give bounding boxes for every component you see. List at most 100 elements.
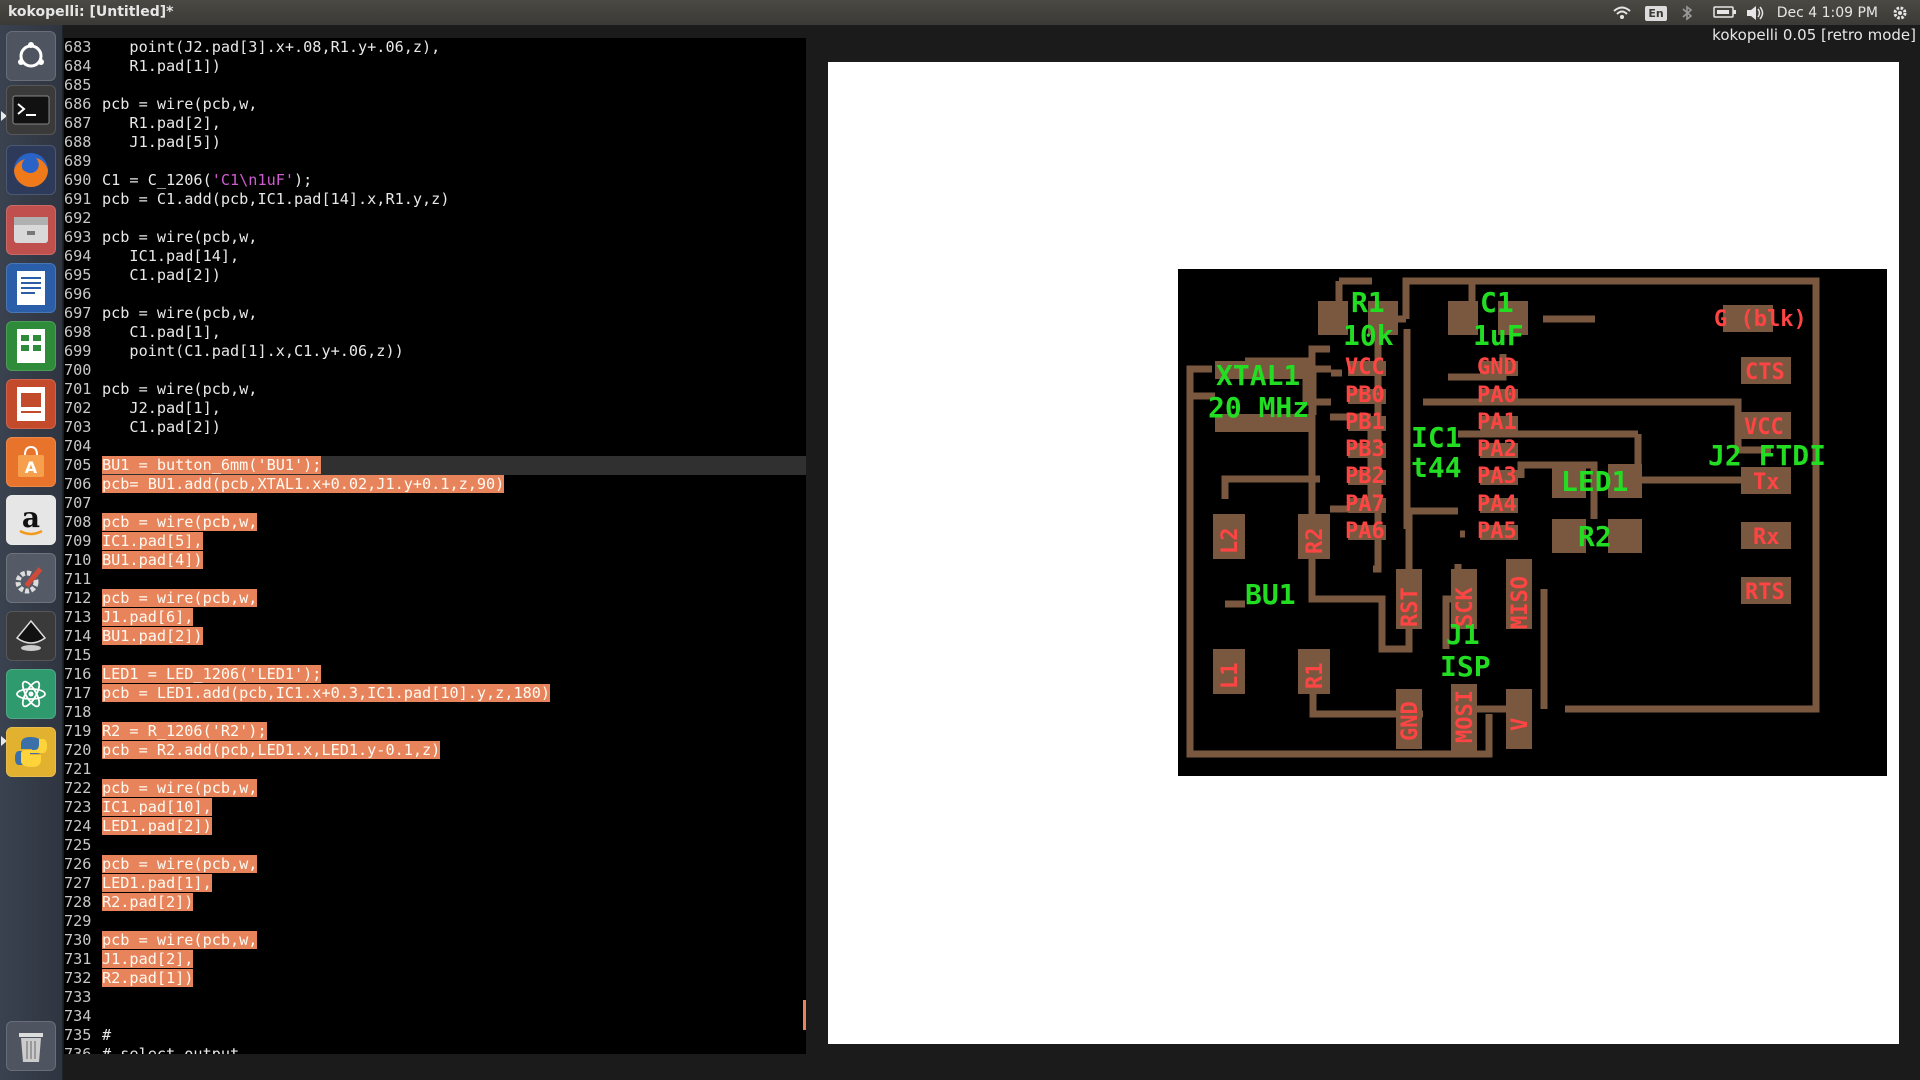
line-text[interactable]: IC1.pad[5], [102, 532, 203, 550]
code-line[interactable]: 689 [64, 152, 102, 171]
writer-icon[interactable] [6, 263, 56, 313]
line-text[interactable]: BU1 = button_6mm('BU1'); [102, 456, 322, 474]
line-text[interactable]: C1 = C_1206('C1\n1uF'); [102, 171, 312, 189]
python-icon[interactable] [6, 727, 56, 777]
code-line[interactable]: 719 R2 = R_1206('R2'); [64, 722, 267, 741]
code-line[interactable]: 736 # select output [64, 1045, 239, 1054]
line-text[interactable]: R2 = R_1206('R2'); [102, 722, 267, 740]
wifi-icon[interactable] [1613, 5, 1631, 21]
line-text[interactable]: # [102, 1026, 111, 1044]
code-line[interactable]: 705 BU1 = button_6mm('BU1'); [64, 456, 322, 475]
line-text[interactable]: R1.pad[2], [102, 114, 220, 132]
line-text[interactable]: BU1.pad[4]) [102, 551, 203, 569]
line-text[interactable]: J1.pad[6], [102, 608, 194, 626]
code-editor[interactable]: 683 point(J2.pad[3].x+.08,R1.y+.06,z), 68… [64, 38, 806, 1054]
line-text[interactable]: pcb = C1.add(pcb,IC1.pad[14].x,R1.y,z) [102, 190, 449, 208]
line-text[interactable]: point(C1.pad[1].x,C1.y+.06,z)) [102, 342, 403, 360]
line-text[interactable]: J1.pad[5]) [102, 133, 220, 151]
code-line[interactable]: 712 pcb = wire(pcb,w, [64, 589, 258, 608]
code-line[interactable]: 710 BU1.pad[4]) [64, 551, 203, 570]
code-line[interactable]: 717 pcb = LED1.add(pcb,IC1.x+0.3,IC1.pad[… [64, 684, 551, 703]
code-line[interactable]: 687 R1.pad[2], [64, 114, 221, 133]
ubuntu-dash-icon[interactable] [6, 31, 56, 81]
line-text[interactable]: BU1.pad[2]) [102, 627, 203, 645]
code-line[interactable]: 731 J1.pad[2], [64, 950, 194, 969]
line-text[interactable]: pcb = wire(pcb,w, [102, 95, 257, 113]
line-text[interactable]: pcb = wire(pcb,w, [102, 513, 258, 531]
code-line[interactable]: 732 R2.pad[1]) [64, 969, 194, 988]
keyboard-layout-indicator[interactable]: En [1645, 5, 1667, 21]
scroll-position-marker[interactable] [803, 1000, 806, 1030]
line-text[interactable]: C1.pad[2]) [102, 266, 220, 284]
line-text[interactable]: LED1.pad[2]) [102, 817, 212, 835]
code-line[interactable]: 686 pcb = wire(pcb,w, [64, 95, 257, 114]
line-text[interactable]: J1.pad[2], [102, 950, 194, 968]
code-line[interactable]: 718 [64, 703, 102, 722]
code-line[interactable]: 702 J2.pad[1], [64, 399, 221, 418]
code-line[interactable]: 711 [64, 570, 102, 589]
code-line[interactable]: 724 LED1.pad[2]) [64, 817, 212, 836]
code-line[interactable]: 733 [64, 988, 102, 1007]
code-line[interactable]: 725 [64, 836, 102, 855]
code-line[interactable]: 720 pcb = R2.add(pcb,LED1.x,LED1.y-0.1,z) [64, 741, 441, 760]
code-line[interactable]: 691 pcb = C1.add(pcb,IC1.pad[14].x,R1.y,z… [64, 190, 449, 209]
line-text[interactable]: point(J2.pad[3].x+.08,R1.y+.06,z), [102, 38, 440, 56]
code-line[interactable]: 726 pcb = wire(pcb,w, [64, 855, 258, 874]
line-text[interactable]: pcb= BU1.add(pcb,XTAL1.x+0.02,J1.y+0.1,z… [102, 475, 505, 493]
bluetooth-icon[interactable] [1681, 5, 1699, 21]
line-text[interactable]: pcb = wire(pcb,w, [102, 589, 258, 607]
impress-icon[interactable] [6, 379, 56, 429]
code-line[interactable]: 688 J1.pad[5]) [64, 133, 221, 152]
calc-icon[interactable] [6, 321, 56, 371]
inkscape-icon[interactable] [6, 611, 56, 661]
battery-icon[interactable] [1712, 5, 1736, 21]
line-text[interactable]: R2.pad[2]) [102, 893, 194, 911]
code-line[interactable]: 694 IC1.pad[14], [64, 247, 239, 266]
code-line[interactable]: 701 pcb = wire(pcb,w, [64, 380, 257, 399]
pcb-board[interactable]: R1 10k C1 1uF XTAL1 20 MHz IC1 t44 LED1 … [1178, 269, 1887, 776]
line-text[interactable]: IC1.pad[14], [102, 247, 239, 265]
code-line[interactable]: 709 IC1.pad[5], [64, 532, 203, 551]
volume-icon[interactable] [1745, 5, 1763, 21]
code-line[interactable]: 683 point(J2.pad[3].x+.08,R1.y+.06,z), [64, 38, 440, 57]
code-line[interactable]: 699 point(C1.pad[1].x,C1.y+.06,z)) [64, 342, 404, 361]
code-line[interactable]: 703 C1.pad[2]) [64, 418, 221, 437]
code-line[interactable]: 700 [64, 361, 102, 380]
line-text[interactable]: R2.pad[1]) [102, 969, 194, 987]
code-line[interactable]: 692 [64, 209, 102, 228]
code-line[interactable]: 698 C1.pad[1], [64, 323, 221, 342]
code-line[interactable]: 723 IC1.pad[10], [64, 798, 212, 817]
r2-pad-2[interactable] [1608, 519, 1642, 553]
code-line[interactable]: 721 [64, 760, 102, 779]
code-line[interactable]: 704 [64, 437, 102, 456]
code-line[interactable]: 697 pcb = wire(pcb,w, [64, 304, 257, 323]
code-line[interactable]: 730 pcb = wire(pcb,w, [64, 931, 258, 950]
software-center-icon[interactable]: A [6, 437, 56, 487]
line-text[interactable]: pcb = wire(pcb,w, [102, 779, 258, 797]
line-text[interactable]: LED1.pad[1], [102, 874, 212, 892]
code-line[interactable]: 713 J1.pad[6], [64, 608, 194, 627]
line-text[interactable]: # select output [102, 1045, 239, 1054]
clock[interactable]: Dec 4 1:09 PM [1777, 5, 1878, 21]
code-line[interactable]: 716 LED1 = LED_1206('LED1'); [64, 665, 322, 684]
firefox-icon[interactable] [6, 145, 56, 195]
file-manager-icon[interactable] [6, 205, 56, 255]
code-line[interactable]: 735 # [64, 1026, 111, 1045]
line-text[interactable]: pcb = wire(pcb,w, [102, 931, 258, 949]
code-line[interactable]: 734 [64, 1007, 102, 1026]
code-line[interactable]: 706 pcb= BU1.add(pcb,XTAL1.x+0.02,J1.y+0.… [64, 475, 505, 494]
line-text[interactable]: pcb = wire(pcb,w, [102, 855, 258, 873]
code-line[interactable]: 714 BU1.pad[2]) [64, 627, 203, 646]
code-line[interactable]: 690 C1 = C_1206('C1\n1uF'); [64, 171, 312, 190]
code-line[interactable]: 696 [64, 285, 102, 304]
code-line[interactable]: 707 [64, 494, 102, 513]
terminal-icon[interactable] [6, 85, 56, 135]
line-text[interactable]: IC1.pad[10], [102, 798, 212, 816]
line-text[interactable]: pcb = R2.add(pcb,LED1.x,LED1.y-0.1,z) [102, 741, 441, 759]
code-line[interactable]: 684 R1.pad[1]) [64, 57, 221, 76]
code-line[interactable]: 729 [64, 912, 102, 931]
line-text[interactable]: pcb = wire(pcb,w, [102, 380, 257, 398]
amazon-icon[interactable]: a [6, 495, 56, 545]
code-line[interactable]: 727 LED1.pad[1], [64, 874, 212, 893]
line-text[interactable]: C1.pad[2]) [102, 418, 220, 436]
